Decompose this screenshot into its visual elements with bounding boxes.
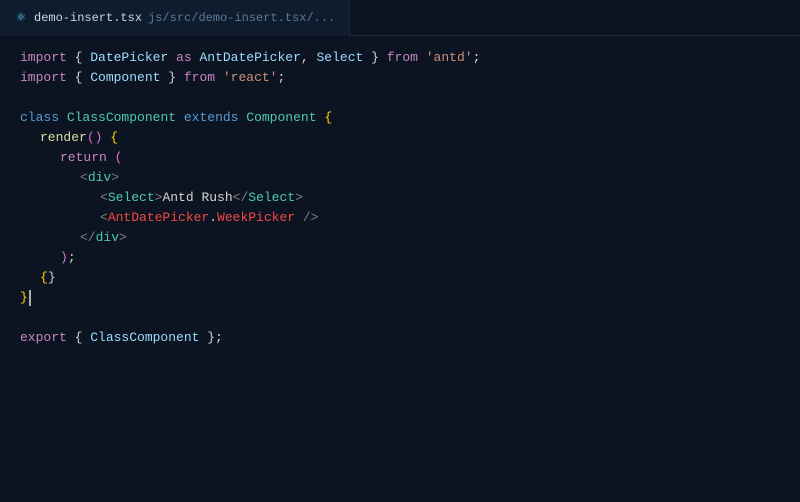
code-line: }: [20, 288, 800, 308]
code-line: < Select > Antd Rush </ Select >: [20, 188, 800, 208]
code-line-empty: [20, 88, 800, 108]
code-line: render ( ) {: [20, 128, 800, 148]
code-line: import { DatePicker as AntDatePicker , S…: [20, 48, 800, 68]
tab-bar: ⚛ demo-insert.tsx js/src/demo-insert.tsx…: [0, 0, 800, 36]
code-line-empty: [20, 308, 800, 328]
code-line: ) ;: [20, 248, 800, 268]
tab-path: js/src/demo-insert.tsx/...: [148, 11, 335, 25]
editor-container: ⚛ demo-insert.tsx js/src/demo-insert.tsx…: [0, 0, 800, 502]
code-line: < AntDatePicker . WeekPicker />: [20, 208, 800, 228]
code-line: { }: [20, 268, 800, 288]
code-line: return (: [20, 148, 800, 168]
code-editor[interactable]: import { DatePicker as AntDatePicker , S…: [0, 36, 800, 502]
text-cursor: [29, 290, 31, 306]
editor-tab[interactable]: ⚛ demo-insert.tsx js/src/demo-insert.tsx…: [0, 0, 350, 36]
code-line: </ div >: [20, 228, 800, 248]
code-line: export { ClassComponent };: [20, 328, 800, 348]
code-line: < div >: [20, 168, 800, 188]
code-line: import { Component } from 'react' ;: [20, 68, 800, 88]
code-line: class ClassComponent extends Component {: [20, 108, 800, 128]
react-icon: ⚛: [14, 11, 28, 25]
tab-filename: demo-insert.tsx: [34, 11, 142, 25]
